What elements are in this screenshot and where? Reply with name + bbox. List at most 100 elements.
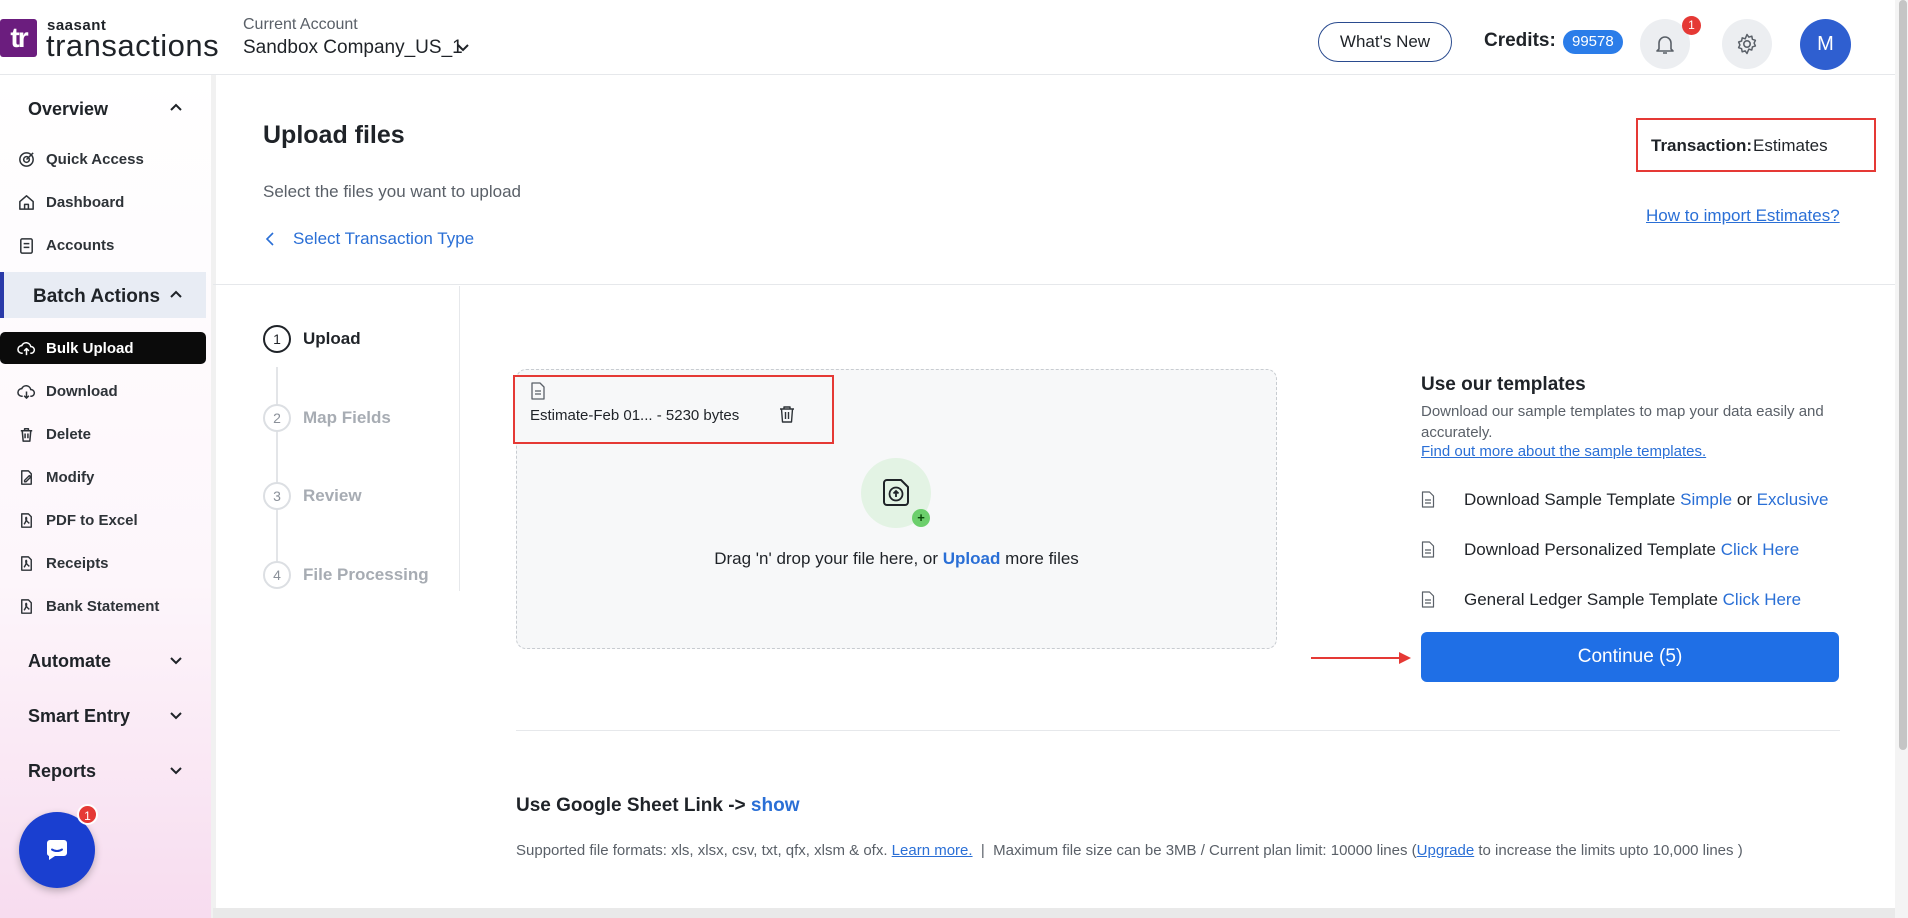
sidebar-item-quick-access[interactable]: Quick Access — [0, 143, 206, 175]
top-header: tr saasant transactions Current Account … — [0, 0, 1908, 75]
step-label: Review — [303, 486, 362, 505]
page-subtitle: Select the files you want to upload — [263, 182, 521, 201]
google-sheet-show-link[interactable]: show — [751, 795, 800, 816]
section-label: Smart Entry — [28, 706, 131, 726]
sidebar-item-label: Bank Statement — [46, 598, 160, 615]
step-label: Upload — [303, 329, 361, 348]
current-account-label: Current Account — [243, 16, 358, 33]
target-icon — [19, 152, 34, 167]
section-label: Batch Actions — [33, 286, 161, 307]
step-upload: 1 Upload — [263, 325, 463, 353]
chevron-down-icon — [170, 712, 182, 720]
account-selector[interactable]: Sandbox Company_US_1 — [243, 37, 463, 59]
templates-more-link[interactable]: Find out more about the sample templates… — [1421, 443, 1706, 460]
formats-text: Supported file formats: xls, xlsx, csv, … — [516, 842, 888, 859]
document-icon — [1421, 541, 1435, 558]
chevron-down-icon — [170, 767, 182, 775]
chevron-up-icon — [170, 290, 182, 298]
trash-icon — [20, 428, 33, 442]
bank-file-icon — [21, 599, 32, 614]
chat-badge: 1 — [77, 804, 98, 825]
learn-more-link[interactable]: Learn more. — [892, 842, 973, 859]
general-ledger-template-link[interactable]: Click Here — [1723, 590, 1801, 609]
transaction-label: Transaction: — [1651, 136, 1753, 155]
clipboard-icon — [20, 238, 33, 254]
chevron-left-icon — [265, 232, 274, 246]
sidebar-item-pdf-to-excel[interactable]: PDF to Excel — [0, 504, 206, 536]
logo-mark: tr — [0, 19, 37, 57]
trash-icon[interactable] — [778, 405, 796, 424]
section-label: Reports — [28, 761, 97, 781]
logo-main-text: transactions — [46, 28, 220, 63]
chat-icon — [46, 840, 67, 860]
sidebar-item-bulk-upload[interactable]: Bulk Upload — [0, 332, 206, 364]
chevron-up-icon — [170, 103, 182, 111]
limits-end-text: to increase the limits upto 10,000 lines… — [1478, 842, 1743, 859]
sidebar-section-smart-entry[interactable]: Smart Entry — [0, 692, 206, 738]
sidebar-section-overview[interactable]: Overview — [0, 85, 206, 131]
page-title: Upload files — [263, 121, 405, 149]
sidebar-item-label: Receipts — [46, 555, 109, 572]
horizontal-scrollbar[interactable] — [213, 908, 1895, 918]
section-label: Automate — [28, 651, 112, 671]
sidebar-item-label: Modify — [46, 469, 95, 486]
document-icon — [1421, 491, 1435, 508]
arrow-right-icon — [1311, 652, 1411, 664]
supported-formats-text: Supported file formats: xls, xlsx, csv, … — [516, 840, 1856, 861]
sidebar-item-label: PDF to Excel — [46, 512, 138, 529]
step-number: 3 — [263, 482, 291, 510]
chevron-down-icon[interactable] — [455, 39, 471, 55]
step-number: 2 — [263, 404, 291, 432]
file-icon — [531, 382, 545, 400]
step-label: File Processing — [303, 565, 429, 584]
settings-button[interactable] — [1722, 19, 1772, 69]
sidebar-item-modify[interactable]: Modify — [0, 461, 206, 493]
how-to-import-link[interactable]: How to import Estimates? — [1646, 206, 1840, 226]
sidebar-item-label: Download — [46, 383, 118, 400]
step-label: Map Fields — [303, 408, 391, 427]
exclusive-template-link[interactable]: Exclusive — [1757, 490, 1829, 509]
receipt-icon — [21, 556, 32, 571]
sidebar-item-dashboard[interactable]: Dashboard — [0, 186, 206, 218]
template-row-text: Download Sample Template — [1464, 490, 1676, 509]
sidebar-item-label: Quick Access — [46, 151, 144, 168]
credits-label: Credits: — [1484, 30, 1556, 51]
template-row-sample: Download Sample Template Simple or Exclu… — [1421, 488, 1881, 512]
step-review: 3 Review — [263, 482, 463, 510]
sidebar-item-label: Accounts — [46, 237, 115, 254]
sidebar-item-accounts[interactable]: Accounts — [0, 229, 206, 261]
sidebar-item-bank-statement[interactable]: Bank Statement — [0, 590, 206, 622]
sidebar-scrollbar[interactable] — [211, 75, 216, 918]
sidebar-section-automate[interactable]: Automate — [0, 637, 206, 683]
home-icon — [19, 195, 34, 210]
divider — [213, 284, 1895, 285]
template-row-general-ledger: General Ledger Sample Template Click Her… — [1421, 588, 1881, 612]
sidebar-section-batch-actions[interactable]: Batch Actions — [0, 272, 206, 318]
back-link-label: Select Transaction Type — [293, 229, 475, 248]
gear-icon — [1737, 33, 1757, 55]
sidebar-item-label: Bulk Upload — [46, 340, 134, 357]
upgrade-link[interactable]: Upgrade — [1417, 842, 1475, 859]
sidebar-item-receipts[interactable]: Receipts — [0, 547, 206, 579]
google-sheet-label: Use Google Sheet Link -> — [516, 795, 746, 816]
template-row-text: General Ledger Sample Template — [1464, 590, 1718, 609]
credits-badge: 99578 — [1563, 30, 1623, 54]
notification-count-badge: 1 — [1682, 16, 1701, 35]
select-transaction-type-link[interactable]: Select Transaction Type — [263, 229, 474, 249]
transaction-value: Estimates — [1753, 136, 1828, 155]
page-scrollbar-thumb[interactable] — [1899, 0, 1907, 750]
steps-divider — [459, 286, 460, 591]
user-avatar[interactable]: M — [1800, 19, 1851, 70]
sidebar-item-download[interactable]: Download — [0, 375, 206, 407]
simple-template-link[interactable]: Simple — [1680, 490, 1732, 509]
bell-icon — [1656, 36, 1674, 54]
sidebar-section-reports[interactable]: Reports — [0, 747, 206, 793]
file-upload-icon — [883, 479, 909, 506]
personalized-template-link[interactable]: Click Here — [1721, 540, 1799, 559]
continue-button[interactable]: Continue (5) — [1421, 632, 1839, 682]
sidebar-item-delete[interactable]: Delete — [0, 418, 206, 450]
whats-new-button[interactable]: What's New — [1318, 22, 1452, 62]
divider — [516, 730, 1840, 731]
upload-link[interactable]: Upload — [943, 549, 1001, 568]
drop-text-before: Drag 'n' drop your file here, or — [714, 549, 939, 568]
